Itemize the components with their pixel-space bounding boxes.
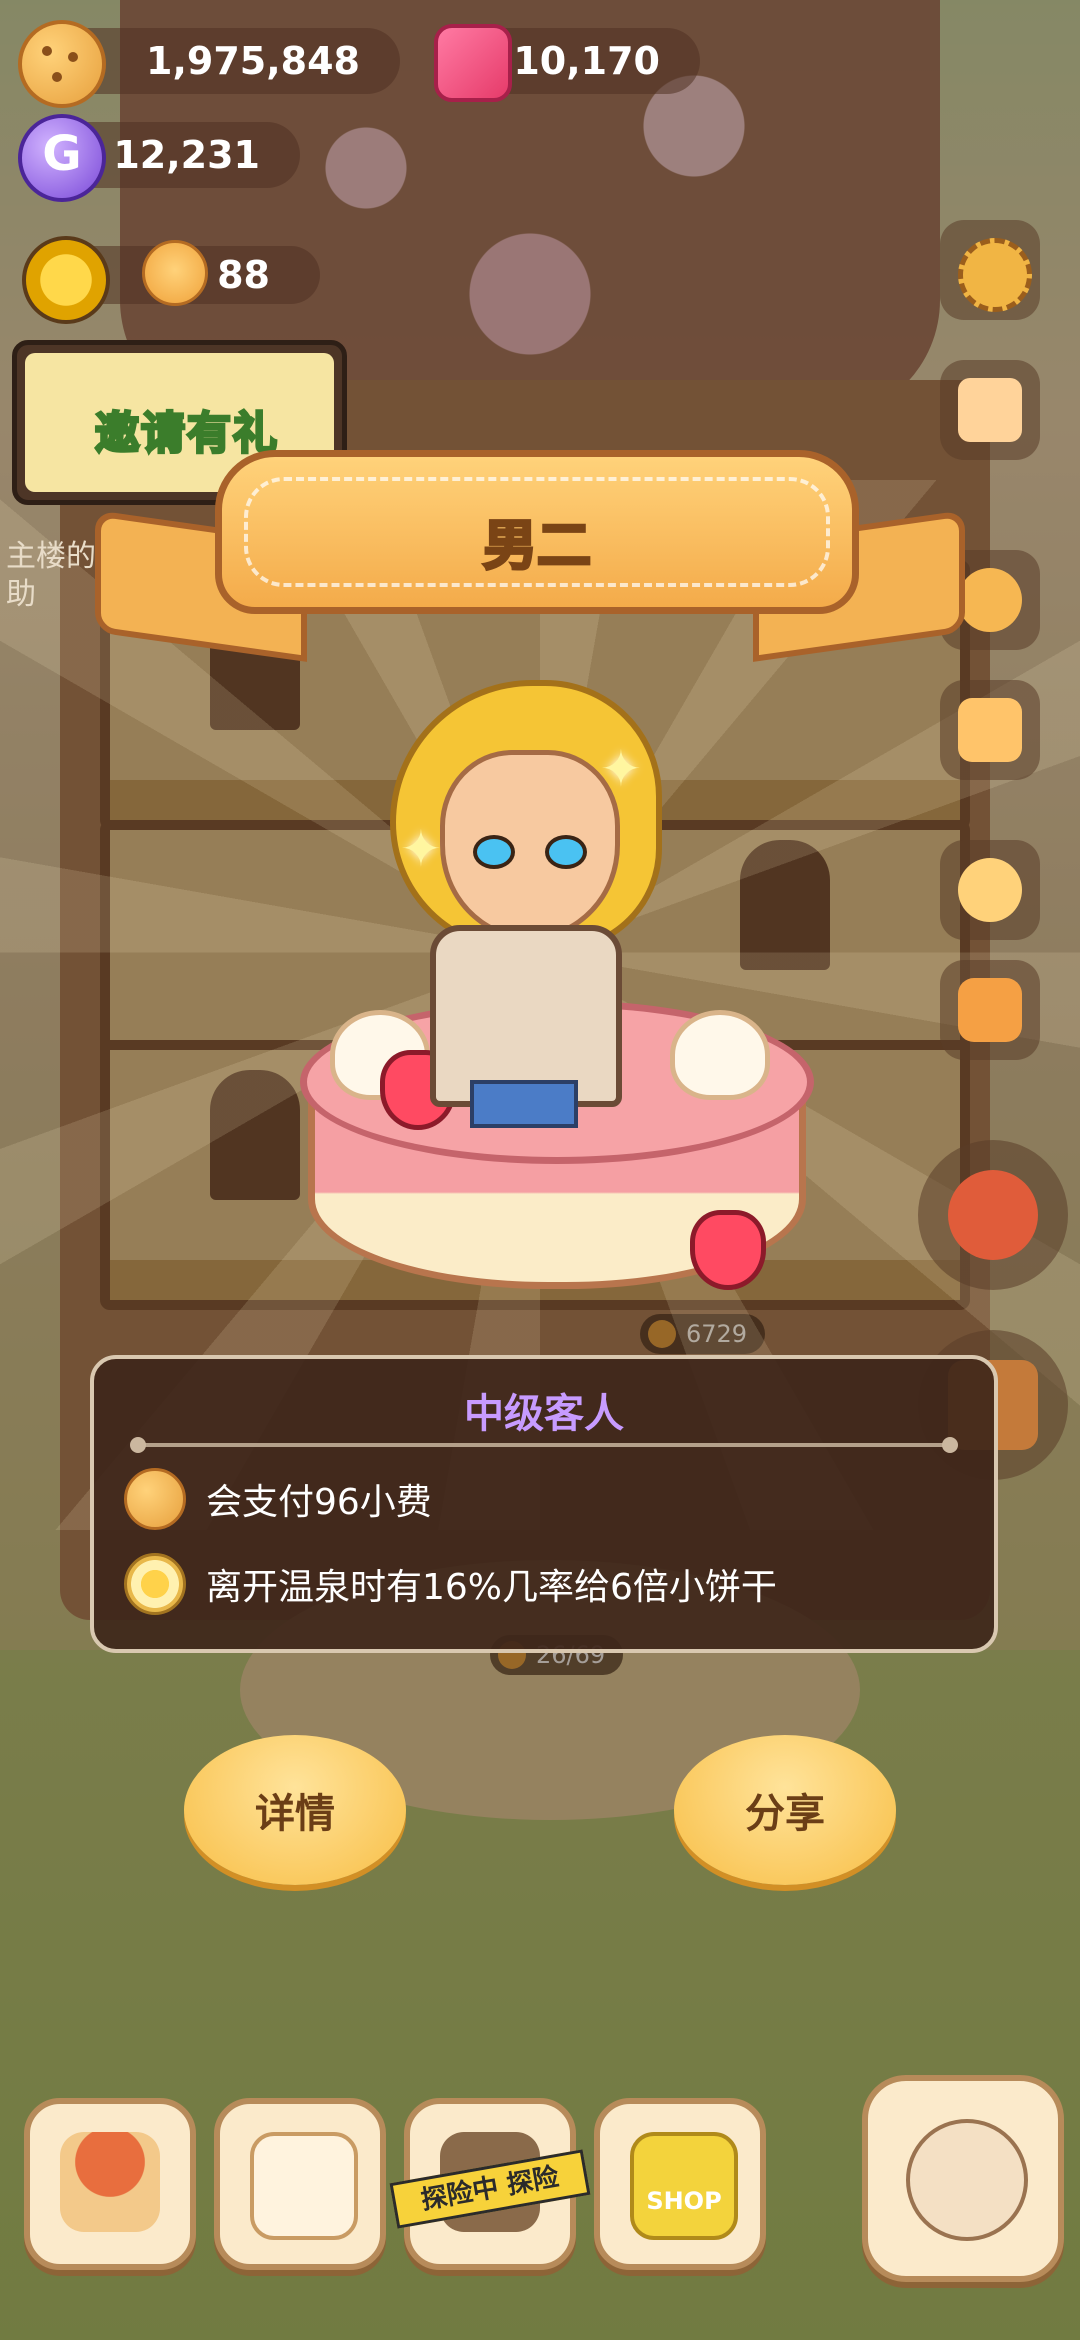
sparkle-icon: ✦ — [400, 820, 442, 878]
character-legs — [470, 1080, 578, 1128]
trait-row: 会支付96小费 — [124, 1468, 432, 1530]
strawberry — [690, 1210, 766, 1290]
sun-icon — [22, 236, 110, 324]
character-name: 男二 — [482, 513, 593, 579]
eye — [473, 835, 515, 869]
details-button[interactable]: 详情 — [184, 1735, 406, 1885]
gem-count: 10,170 — [513, 39, 660, 83]
eye — [545, 835, 587, 869]
guest-tier: 中级客人 — [464, 1391, 624, 1437]
cookie-coin-icon — [18, 20, 106, 108]
g-coin-icon: G — [18, 114, 106, 202]
bag-button[interactable] — [940, 680, 1040, 780]
mushroom-house-icon — [60, 2132, 160, 2232]
bag-icon — [958, 698, 1022, 762]
trait-row: 离开温泉时有16%几率给6倍小饼干 — [124, 1553, 777, 1615]
title-ribbon: 男二 — [95, 430, 965, 662]
guest-count: 88 — [217, 253, 270, 297]
cookie-count: 1,975,848 — [146, 39, 360, 83]
cookie-coin-icon — [124, 1468, 186, 1530]
nav-calendar[interactable] — [214, 2098, 386, 2270]
guests-button[interactable] — [940, 840, 1040, 940]
photo-card-icon — [958, 378, 1022, 442]
character-face — [440, 750, 620, 940]
cookie-plate-icon — [124, 1553, 186, 1615]
nav-explore[interactable]: 探险中 探险 — [389, 2098, 591, 2270]
cream-swirl — [670, 1010, 770, 1100]
nav-shop[interactable]: SHOP — [594, 2098, 766, 2270]
gem-icon — [434, 24, 512, 102]
ribbon-main: 男二 — [215, 450, 859, 614]
share-button[interactable]: 分享 — [674, 1735, 896, 1885]
nav-home[interactable] — [24, 2098, 196, 2270]
g-coin-count: 12,231 — [113, 133, 260, 177]
guests-icon — [958, 858, 1022, 922]
sparkle-icon: ✦ — [600, 740, 642, 798]
guest-info-panel: 中级客人 会支付96小费 离开温泉时有16%几率给6倍小饼干 — [90, 1355, 998, 1653]
settings-button[interactable] — [940, 220, 1040, 320]
shop-bag-icon: SHOP — [630, 2132, 738, 2240]
camera-icon — [958, 978, 1022, 1042]
nav-fish-pet[interactable] — [862, 2075, 1064, 2282]
guest-face-icon — [142, 240, 208, 306]
trait-text: 离开温泉时有16%几率给6倍小饼干 — [206, 1567, 777, 1608]
heart-calendar-icon — [250, 2132, 358, 2240]
trait-text: 会支付96小费 — [206, 1482, 432, 1523]
gear-icon — [958, 238, 1032, 312]
camera-button[interactable] — [940, 960, 1040, 1060]
fish-pet-icon — [906, 2119, 1028, 2241]
divider — [130, 1437, 958, 1453]
food-button[interactable] — [918, 1140, 1068, 1290]
food-icon — [948, 1170, 1038, 1260]
star-icon — [958, 568, 1022, 632]
chat-text: 主楼的 助 — [6, 539, 96, 612]
